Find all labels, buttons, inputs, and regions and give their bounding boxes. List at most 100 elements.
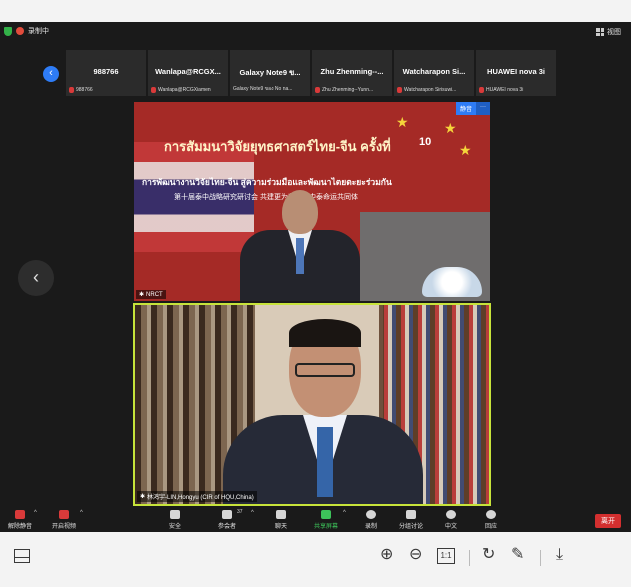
download-icon[interactable]: ⤓ [556, 546, 563, 564]
zoom-meeting-window: 录制中 视图 ‹ 988766 988766 Wanlapa@RCGX... W… [0, 22, 631, 532]
more-options-button[interactable]: ··· [476, 102, 490, 115]
recording-label: 录制中 [28, 28, 49, 35]
chevron-up-icon[interactable]: ^ [343, 510, 346, 516]
participant-name: Wanlapa@RCGX... [155, 67, 221, 76]
video-off-icon [59, 510, 69, 519]
participants-count: 37 [237, 509, 243, 515]
participant-name: HUAWEI nova 3i [487, 67, 545, 76]
reactions-label: 回应 [484, 524, 497, 530]
record-icon [366, 510, 376, 519]
share-screen-label: 共享屏幕 [313, 524, 338, 530]
participant-subname: Watcharapon Sirisuwi... [397, 87, 472, 93]
backdrop-banner-subtitle: การพัฒนางานวิจัยไทย-จีน สู่ความร่วมมือแล… [142, 177, 392, 187]
mic-muted-icon [479, 87, 484, 93]
chat-icon [276, 510, 286, 519]
participant-subname: 988766 [69, 87, 144, 93]
record-icon [16, 27, 24, 35]
participant-name: Galaxy Note9 ข... [239, 68, 301, 77]
speaker-figure [223, 319, 423, 504]
pin-icon: ✱ [140, 494, 146, 500]
share-screen-button[interactable]: 共享屏幕 [306, 510, 346, 530]
participant-subname-text: Wanlapa@RCGXiamen [158, 87, 211, 93]
participant-name: 988766 [93, 67, 119, 76]
speaker-figure [240, 190, 360, 301]
chat-button[interactable]: 聊天 [261, 510, 301, 530]
participant-thumbnail[interactable]: Zhu Zhenming--... Zhu Zhenming--Yunn... [312, 50, 392, 96]
participant-subname: Wanlapa@RCGXiamen [151, 87, 226, 93]
meeting-toolbar: 解除静音 ^ 开启视频 ^ 安全 参会者 37 ^ 聊天 共享屏幕 ^ 录制 分… [0, 508, 631, 532]
edit-pen-icon[interactable]: ✎ [511, 546, 524, 564]
screenshot-root: 录制中 视图 ‹ 988766 988766 Wanlapa@RCGX... W… [0, 0, 631, 587]
participant-thumbnail-strip: 988766 988766 Wanlapa@RCGX... Wanlapa@RC… [66, 50, 556, 96]
participant-subname-text: 988766 [76, 87, 93, 93]
participant-subname-text: Zhu Zhenming--Yunn... [322, 87, 374, 93]
video-name-label: ✱ NRCT [136, 290, 166, 299]
participant-subname: Galaxy Note9 ของ No na... [233, 85, 308, 93]
participant-thumbnail[interactable]: Galaxy Note9 ข... Galaxy Note9 ของ No na… [230, 50, 310, 96]
recording-indicator[interactable]: 录制中 [4, 26, 49, 36]
meeting-topbar: 录制中 视图 [0, 22, 631, 42]
zoom-out-icon[interactable]: ⊖ [409, 546, 422, 564]
rotate-icon[interactable]: ↻ [482, 546, 495, 564]
shield-icon[interactable] [4, 26, 12, 36]
actual-size-button[interactable]: 1:1 [437, 548, 455, 564]
video-name-text: 林鸿宇-LIN,Hongyu (CIR of HQU,China) [147, 495, 254, 501]
toolbar-divider [540, 550, 541, 566]
chevron-up-icon[interactable]: ^ [80, 510, 83, 516]
share-screen-icon [321, 510, 331, 519]
people-icon [222, 510, 232, 519]
backdrop-banner-number: 10 [419, 136, 432, 148]
record-button[interactable]: 录制 [351, 510, 391, 530]
participant-subname-text: Galaxy Note9 ของ No na... [233, 86, 293, 92]
participant-name: Zhu Zhenming--... [320, 67, 384, 76]
thumbnail-prev-button[interactable]: ‹ [43, 66, 59, 82]
participant-thumbnail[interactable]: HUAWEI nova 3i HUAWEI nova 3i [476, 50, 556, 96]
video-name-text: NRCT [146, 291, 163, 298]
chevron-up-icon[interactable]: ^ [34, 510, 37, 516]
tile-status-tag[interactable]: 静音 ··· [455, 102, 490, 115]
breakout-rooms-button[interactable]: 分组讨论 [391, 510, 431, 530]
chevron-up-icon[interactable]: ^ [251, 510, 254, 516]
mic-muted-icon [315, 87, 320, 93]
mic-muted-icon [397, 87, 402, 93]
pin-icon: ✱ [139, 292, 145, 298]
view-button[interactable]: 视图 [596, 27, 621, 37]
chat-label: 聊天 [274, 524, 287, 530]
participant-subname: Zhu Zhenming--Yunn... [315, 87, 390, 93]
start-video-label: 开启视频 [51, 524, 76, 530]
image-viewer-toolbar: ⊕ ⊖ 1:1 ↻ ✎ ⤓ [0, 540, 631, 574]
toolbar-divider [469, 550, 470, 566]
mic-muted-icon [15, 510, 25, 519]
interpretation-label: 中文 [444, 524, 457, 530]
start-video-button[interactable]: 开启视频 [44, 510, 84, 530]
view-label: 视图 [607, 29, 621, 36]
breakout-icon [406, 510, 416, 519]
record-label: 录制 [364, 524, 377, 530]
leave-button[interactable]: 离开 [595, 514, 621, 528]
video-name-label: ✱ 林鸿宇-LIN,Hongyu (CIR of HQU,China) [137, 491, 257, 502]
participant-subname: HUAWEI nova 3i [479, 87, 554, 93]
participant-subname-text: Watcharapon Sirisuwi... [404, 87, 457, 93]
video-tile-nrct[interactable]: ★ ★ ★ การสัมมนาวิจัยยุทธศาสตร์ไทย-จีน คร… [134, 102, 490, 301]
participant-thumbnail[interactable]: Watcharapon Si... Watcharapon Sirisuwi..… [394, 50, 474, 96]
participants-label: 参会者 [217, 524, 236, 530]
participant-thumbnail[interactable]: Wanlapa@RCGX... Wanlapa@RCGXiamen [148, 50, 228, 96]
star-icon: ★ [444, 120, 457, 136]
participant-subname-text: HUAWEI nova 3i [486, 87, 524, 93]
participant-thumbnail[interactable]: 988766 988766 [66, 50, 146, 96]
breakout-label: 分组讨论 [398, 524, 423, 530]
security-label: 安全 [168, 524, 181, 530]
interpretation-button[interactable]: 中文 [431, 510, 471, 530]
participant-name: Watcharapon Si... [402, 67, 466, 76]
emoji-icon [486, 510, 496, 519]
panel-icon[interactable] [14, 549, 30, 563]
grid-icon [596, 28, 604, 36]
mute-tag: 静音 [455, 102, 476, 115]
backdrop-banner-title: การสัมมนาวิจัยยุทธศาสตร์ไทย-จีน ครั้งที่ [164, 139, 391, 154]
reactions-button[interactable]: 回应 [471, 510, 511, 530]
globe-icon [446, 510, 456, 519]
video-tile-active-speaker[interactable]: ✱ 林鸿宇-LIN,Hongyu (CIR of HQU,China) [133, 303, 491, 506]
zoom-in-icon[interactable]: ⊕ [380, 546, 393, 564]
security-button[interactable]: 安全 [155, 510, 195, 530]
previous-page-button[interactable]: ‹ [18, 260, 54, 296]
